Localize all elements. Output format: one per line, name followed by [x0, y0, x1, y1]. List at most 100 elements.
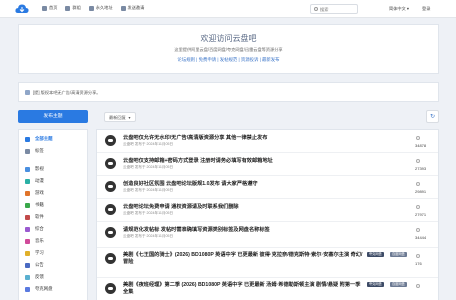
- nav-home[interactable]: 首页: [42, 5, 57, 11]
- topic-row[interactable]: 创造良好社区氛围 云盘吧论坛版规1.0发布 请大家严格遵守 云盘吧 发布于 202…: [97, 176, 438, 199]
- sidebar-item[interactable]: 音乐: [25, 238, 44, 244]
- sidebar-item[interactable]: 学习: [25, 250, 44, 256]
- topic-title[interactable]: 请规范化发帖标 发帖时需准确填写资源类别标签及网盘名称标签: [123, 226, 270, 233]
- avatar[interactable]: [105, 283, 116, 294]
- views-icon: [416, 205, 420, 209]
- sidebar-item-label: 影视: [35, 166, 44, 171]
- search-box[interactable]: [310, 4, 358, 14]
- topic-row[interactable]: 云盘吧论坛免费申请 通权资源请及时联系我们删除 云盘吧 发布于 2024年11月0…: [97, 199, 438, 222]
- language-selector[interactable]: 简体中文 ▾: [389, 6, 409, 12]
- views-icon: [416, 254, 420, 258]
- graduation-icon: [25, 250, 30, 256]
- cloud-logo-icon[interactable]: [15, 3, 29, 15]
- notice-icon: [25, 90, 30, 95]
- sidebar-item-label: 音乐: [35, 238, 44, 243]
- topic-title[interactable]: 美剧《七王国的骑士》(2026) BD1080P 英语中字 已更最新 彼得·克拉…: [123, 252, 363, 266]
- sidebar-item[interactable]: 反馈: [25, 274, 44, 280]
- topic-meta: 云盘吧 发布于 2024年11月05日: [123, 188, 174, 192]
- category-tag[interactable]: 夸克网盘: [367, 252, 384, 257]
- nav-permanent-address[interactable]: 永久地址: [88, 5, 113, 11]
- avatar[interactable]: [105, 181, 116, 192]
- notice-text: [提] 版权本吧无广告/高清资源分享。: [33, 90, 101, 95]
- category-tag[interactable]: 百度网盘: [390, 252, 407, 257]
- refresh-icon: ↻: [429, 114, 436, 120]
- sort-dropdown[interactable]: 最新回复 ▼: [104, 112, 137, 122]
- list-toolbar: 最新回复 ▼ ↻: [96, 110, 439, 123]
- sidebar-item[interactable]: 夸克网盘: [25, 286, 53, 292]
- topic-title[interactable]: 美剧《夜班经理》第二季 (2026) BD1080P 英语中字 已更最新 汤姆·…: [123, 282, 363, 296]
- avatar[interactable]: [105, 204, 116, 215]
- avatar[interactable]: [105, 158, 116, 169]
- sidebar-item-label: 综合: [35, 226, 44, 231]
- tag-icon: [25, 148, 30, 154]
- topic-title[interactable]: 云盘吧仅支持邮箱+密码方式登录 注册时请务必填写有效邮箱地址: [123, 157, 273, 164]
- topic-row[interactable]: 美剧《夜班经理》第二季 (2026) BD1080P 英语中字 已更最新 汤姆·…: [97, 278, 438, 300]
- topic-row[interactable]: 美剧《七王国的骑士》(2026) BD1080P 英语中字 已更最新 彼得·克拉…: [97, 248, 438, 278]
- login-link[interactable]: 登录: [422, 6, 430, 12]
- view-count: 27393: [415, 166, 427, 171]
- book-icon: [25, 202, 30, 208]
- link-icon: [88, 5, 94, 11]
- film-icon: [25, 166, 30, 172]
- chevron-down-icon: ▼: [127, 116, 132, 120]
- sidebar-item[interactable]: 综合: [25, 226, 44, 232]
- view-count: 176: [415, 261, 422, 266]
- hero-links[interactable]: 论坛规则 | 免费申请 | 发帖规范 | 资源投诉 | 最新发布: [19, 57, 438, 63]
- view-count: 34878: [415, 143, 427, 148]
- sidebar-item-label: 软件: [35, 214, 44, 219]
- sidebar-item[interactable]: 软件: [25, 214, 44, 220]
- nav-invite[interactable]: 发送邀请: [120, 5, 144, 11]
- ellipsis-icon: [25, 226, 30, 232]
- topic-meta: 云盘吧 发布于 2024年11月05日: [123, 234, 174, 238]
- home-icon: [42, 5, 47, 11]
- topic-row[interactable]: 云盘吧仅支持邮箱+密码方式登录 注册时请务必填写有效邮箱地址 云盘吧 发布于 20…: [97, 153, 438, 176]
- view-count: 27971: [415, 212, 427, 217]
- tools-icon: [25, 214, 30, 220]
- nav-groups[interactable]: 群组: [65, 5, 81, 11]
- sidebar-item-label: 反馈: [35, 274, 44, 279]
- view-count: 34444: [415, 235, 427, 240]
- sidebar-item-label: 夸克网盘: [35, 286, 53, 291]
- megaphone-icon: [25, 262, 30, 268]
- sidebar-item-label: 游戏: [35, 190, 44, 195]
- search-input[interactable]: [320, 6, 356, 12]
- category-sidebar: 全部主题标签影视动漫游戏书籍软件综合音乐学习公告反馈夸克网盘: [18, 129, 88, 300]
- tv-icon: [25, 178, 30, 184]
- cloud-icon: [25, 286, 30, 292]
- topic-title[interactable]: 云盘吧论坛免费申请 通权资源请及时联系我们删除: [123, 203, 239, 210]
- topic-row[interactable]: 请规范化发帖标 发帖时需准确填写资源类别标签及网盘名称标签 云盘吧 发布于 202…: [97, 222, 438, 248]
- chat-icon: [120, 5, 126, 11]
- topic-row[interactable]: 云盘吧仅允许无水印/无广告/高清版资源分享 其他一律禁止发布 云盘吧 发布于 20…: [97, 130, 438, 153]
- sidebar-item[interactable]: 公告: [25, 262, 44, 268]
- sidebar-item[interactable]: 全部主题: [25, 136, 53, 142]
- avatar[interactable]: [105, 227, 116, 238]
- topic-title[interactable]: 云盘吧仅允许无水印/无广告/高清版资源分享 其他一律禁止发布: [123, 134, 267, 141]
- sidebar-item[interactable]: 游戏: [25, 190, 44, 196]
- hero-description: 这里提供阿里云盘/百度网盘/夸克网盘/迅雷云盘等资源分享: [174, 47, 283, 52]
- sidebar-item[interactable]: 书籍: [25, 202, 44, 208]
- avatar[interactable]: [105, 135, 116, 146]
- refresh-button[interactable]: ↻: [426, 110, 439, 123]
- topic-meta: 云盘吧 发布于 2024年11月05日: [123, 142, 174, 146]
- sidebar-item-label: 全部主题: [35, 136, 53, 141]
- welcome-hero: 欢迎访问云盘吧 这里提供阿里云盘/百度网盘/夸克网盘/迅雷云盘等资源分享 论坛规…: [18, 24, 439, 74]
- sidebar-item-label: 动漫: [35, 178, 44, 183]
- category-tag[interactable]: 百度网盘: [390, 282, 407, 287]
- top-navbar: 首页 群组 永久地址 发送邀请 简体中文 ▾ 登录: [0, 0, 456, 18]
- main-nav: 首页 群组 永久地址 发送邀请: [42, 5, 152, 11]
- topic-meta: 云盘吧 发布于 2024年11月05日: [123, 165, 174, 169]
- topic-meta: 云盘吧 发布于 2024年11月05日: [123, 211, 174, 215]
- topic-title[interactable]: 创造良好社区氛围 云盘吧论坛版规1.0发布 请大家严格遵守: [123, 180, 258, 187]
- gamepad-icon: [25, 190, 30, 196]
- publish-topic-button[interactable]: 发布主题: [18, 110, 88, 123]
- sidebar-item[interactable]: 标签: [25, 148, 44, 154]
- sidebar-item-label: 标签: [35, 148, 44, 153]
- avatar[interactable]: [105, 253, 116, 264]
- category-tag[interactable]: 夸克网盘: [367, 282, 384, 287]
- views-icon: [416, 182, 420, 186]
- sidebar-item[interactable]: 影视: [25, 166, 44, 172]
- search-icon: [314, 7, 318, 11]
- sidebar-item[interactable]: 动漫: [25, 178, 44, 184]
- feedback-icon: [25, 274, 30, 280]
- music-icon: [25, 238, 30, 244]
